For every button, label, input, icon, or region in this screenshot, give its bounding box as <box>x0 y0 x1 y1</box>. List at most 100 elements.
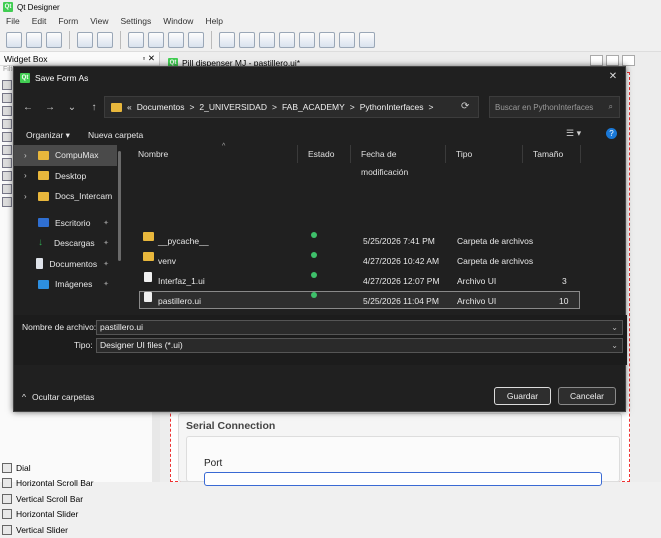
column-type[interactable]: Tipo <box>446 145 523 163</box>
file-row[interactable]: Interfaz_1.ui 4/27/2026 12:07 PM Archivo… <box>128 272 573 304</box>
horizontal-scrollbar-icon <box>2 478 12 489</box>
menu-help[interactable]: Help <box>205 16 222 26</box>
chevron-down-icon[interactable]: ⌄ <box>611 321 618 334</box>
search-input[interactable]: Buscar en PythonInterfaces <box>495 103 593 112</box>
path-overflow[interactable]: « <box>127 102 132 112</box>
adjust-size-icon[interactable] <box>359 31 375 48</box>
widget-list: Dial Horizontal Scroll Bar Vertical Scro… <box>2 460 152 538</box>
menu-file[interactable]: File <box>6 16 20 26</box>
widget-icon[interactable] <box>2 145 12 155</box>
widget-item-h-scrollbar[interactable]: Horizontal Scroll Bar <box>2 476 152 492</box>
widget-icon[interactable] <box>2 132 12 142</box>
widget-icon[interactable] <box>2 80 12 90</box>
file-row[interactable]: __pycache__ 5/25/2026 7:41 PM Carpeta de… <box>128 232 566 250</box>
edit-tab-order-icon[interactable] <box>188 31 204 48</box>
paste-icon[interactable] <box>97 31 113 48</box>
organize-button[interactable]: Organizar ▾ <box>26 130 70 141</box>
widget-icon[interactable] <box>2 93 12 103</box>
filetype-select[interactable]: Designer UI files (*.ui) ⌄ <box>96 337 623 353</box>
dock-controls-icon[interactable]: ▫ ✕ <box>143 53 156 64</box>
layout-grid-icon[interactable] <box>319 31 335 48</box>
break-layout-icon[interactable] <box>339 31 355 48</box>
open-file-icon[interactable] <box>26 31 42 48</box>
path-segment[interactable]: PythonInterfaces <box>360 102 424 112</box>
new-folder-button[interactable]: Nueva carpeta <box>88 130 143 140</box>
save-file-icon[interactable] <box>46 31 62 48</box>
sync-status-icon <box>311 272 317 278</box>
path-separator: > <box>189 102 195 112</box>
edit-buddies-icon[interactable] <box>168 31 184 48</box>
widget-item-dial[interactable]: Dial <box>2 460 152 476</box>
chevron-down-icon[interactable]: ⌄ <box>611 339 618 352</box>
help-icon[interactable]: ? <box>606 128 617 139</box>
address-bar[interactable]: « Documentos > 2_UNIVERSIDAD > FAB_ACADE… <box>104 96 479 118</box>
search-box[interactable]: Buscar en PythonInterfaces ⌕ <box>489 96 620 118</box>
refresh-icon[interactable]: ⟳ <box>461 101 469 112</box>
widget-item-label: Vertical Slider <box>16 524 68 535</box>
column-status[interactable]: Estado <box>298 145 351 163</box>
widget-icon[interactable] <box>2 184 12 194</box>
hide-folders-toggle[interactable]: ^ Ocultar carpetas <box>22 392 94 402</box>
cancel-button[interactable]: Cancelar <box>558 387 616 405</box>
widget-icon[interactable] <box>2 171 12 181</box>
up-arrow-icon[interactable]: ↑ <box>86 100 102 116</box>
file-date: 5/25/2026 7:41 PM <box>363 236 435 246</box>
widget-icon[interactable] <box>2 119 12 129</box>
menu-form[interactable]: Form <box>58 16 78 26</box>
filename-field[interactable]: pastillero.ui ⌄ <box>96 319 623 335</box>
layout-vertical-icon[interactable] <box>239 31 255 48</box>
edit-widgets-icon[interactable] <box>128 31 144 48</box>
view-options-icon[interactable]: ☰ ▾ <box>566 128 581 139</box>
nav-item-imagenes[interactable]: Imágenes ✦ <box>14 274 117 295</box>
file-row-selected[interactable]: pastillero.ui 5/25/2026 11:04 PM Archivo… <box>139 291 580 324</box>
close-icon[interactable] <box>622 55 635 66</box>
widget-icon[interactable] <box>2 106 12 116</box>
nav-item-docs-intercam[interactable]: › Docs_Intercam <box>14 186 117 207</box>
column-date[interactable]: Fecha de modificación <box>351 145 446 177</box>
widget-box-header: Widget Box ▫ ✕ <box>0 52 159 66</box>
widget-icon[interactable] <box>2 158 12 168</box>
navigation-scrollbar[interactable] <box>118 151 121 261</box>
path-segment[interactable]: FAB_ACADEMY <box>282 102 345 112</box>
port-combobox[interactable] <box>204 472 602 486</box>
nav-item-compumax[interactable]: › CompuMax <box>14 145 117 166</box>
menu-settings[interactable]: Settings <box>120 16 151 26</box>
new-file-icon[interactable] <box>6 31 22 48</box>
path-segment[interactable]: Documentos <box>137 102 185 112</box>
close-icon[interactable]: ✕ <box>605 70 621 84</box>
menu-window[interactable]: Window <box>163 16 193 26</box>
layout-splitter-h-icon[interactable] <box>259 31 275 48</box>
widget-item-v-slider[interactable]: Vertical Slider <box>2 522 152 538</box>
chevron-right-icon[interactable]: › <box>24 151 32 160</box>
file-row[interactable]: venv 4/27/2026 10:42 AM Carpeta de archi… <box>128 252 566 270</box>
edit-signals-icon[interactable] <box>148 31 164 48</box>
nav-item-escritorio[interactable]: Escritorio ✦ <box>14 213 117 234</box>
layout-splitter-v-icon[interactable] <box>279 31 295 48</box>
minimize-icon[interactable] <box>590 55 603 66</box>
widget-item-v-scrollbar[interactable]: Vertical Scroll Bar <box>2 491 152 507</box>
copy-icon[interactable] <box>77 31 93 48</box>
vertical-scrollbar-icon <box>2 493 12 504</box>
chevron-right-icon[interactable]: › <box>24 171 32 180</box>
column-size[interactable]: Tamaño <box>523 145 581 163</box>
sync-status-icon <box>311 252 317 258</box>
widget-item-h-slider[interactable]: Horizontal Slider <box>2 507 152 523</box>
recent-locations-icon[interactable]: ⌄ <box>64 100 80 116</box>
forward-arrow-icon[interactable]: → <box>42 100 58 116</box>
menu-view[interactable]: View <box>90 16 108 26</box>
widget-icon[interactable] <box>2 197 12 207</box>
layout-horizontal-icon[interactable] <box>219 31 235 48</box>
nav-item-descargas[interactable]: ↓ Descargas ✦ <box>14 233 117 254</box>
back-arrow-icon[interactable]: ← <box>20 100 36 116</box>
widget-icon-column <box>0 80 14 460</box>
column-name[interactable]: Nombre <box>128 145 298 163</box>
nav-item-desktop[interactable]: › Desktop <box>14 166 117 187</box>
path-segment[interactable]: 2_UNIVERSIDAD <box>199 102 267 112</box>
chevron-right-icon[interactable]: › <box>24 192 32 201</box>
layout-form-icon[interactable] <box>299 31 315 48</box>
dialog-titlebar: Qt Save Form As <box>14 67 625 89</box>
save-button[interactable]: Guardar <box>494 387 551 405</box>
nav-item-documentos[interactable]: Documentos ✦ <box>14 254 117 275</box>
restore-icon[interactable] <box>606 55 619 66</box>
menu-edit[interactable]: Edit <box>32 16 47 26</box>
